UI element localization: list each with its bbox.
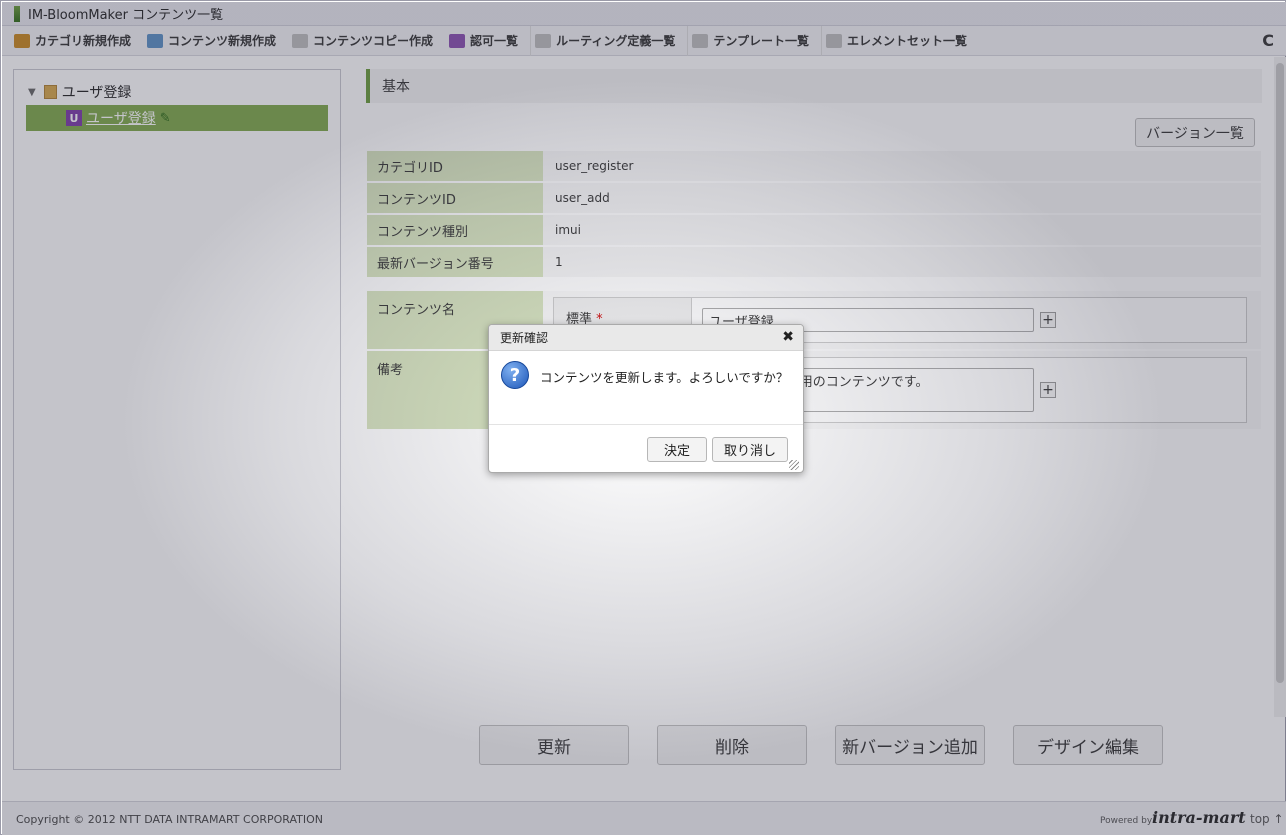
- add-memo-language-button[interactable]: +: [1040, 382, 1056, 398]
- table-row: コンテンツ種別 imui: [367, 215, 1261, 245]
- toolbar-category-add[interactable]: カテゴリ新規作成: [10, 26, 143, 56]
- tree-node-root[interactable]: ▼ ユーザ登録: [28, 82, 131, 102]
- info-table: カテゴリID user_register コンテンツID user_add コン…: [367, 151, 1261, 279]
- dialog-body: ? コンテンツを更新します。よろしいですか？: [489, 351, 803, 425]
- info-value: user_register: [543, 151, 1261, 181]
- table-row: 最新バージョン番号 1: [367, 247, 1261, 277]
- content-copy-icon: [292, 33, 309, 48]
- app-window: IM-BloomMaker コンテンツ一覧 カテゴリ新規作成 コンテンツ新規作成…: [0, 0, 1286, 835]
- action-buttons: 更新 削除 新バージョン追加 デザイン編集: [479, 725, 1163, 765]
- info-value: 1: [543, 247, 1261, 277]
- confirm-dialog: 更新確認 ✖ ? コンテンツを更新します。よろしいですか？ 決定 取り消し: [488, 324, 804, 473]
- toolbar-item-label: ルーティング定義一覧: [556, 34, 676, 48]
- list-icon: [826, 33, 842, 48]
- version-list-button[interactable]: バージョン一覧: [1135, 118, 1255, 147]
- vertical-scrollbar[interactable]: [1274, 57, 1286, 717]
- confirm-ok-button[interactable]: 決定: [647, 437, 707, 462]
- list-icon: [535, 33, 552, 48]
- dialog-message: コンテンツを更新します。よろしいですか？: [540, 370, 789, 385]
- info-value: imui: [543, 215, 1261, 245]
- toolbar-authorization[interactable]: 認可一覧: [445, 25, 532, 56]
- close-icon[interactable]: ✖: [782, 329, 794, 345]
- powered-by-text: Powered by: [1100, 816, 1153, 826]
- category-add-icon: [14, 33, 30, 48]
- tree-node-label: ユーザ登録: [61, 85, 132, 101]
- app-logo-icon: [14, 5, 20, 22]
- toolbar-template-list[interactable]: テンプレート一覧: [688, 25, 822, 56]
- section-heading: 基本: [366, 69, 1262, 103]
- add-language-button[interactable]: +: [1040, 312, 1056, 328]
- delete-button[interactable]: 削除: [657, 725, 807, 765]
- table-row: カテゴリID user_register: [367, 151, 1261, 181]
- dialog-footer: 決定 取り消し: [489, 425, 803, 472]
- toolbar-content-add[interactable]: コンテンツ新規作成: [143, 26, 288, 56]
- dialog-header: 更新確認 ✖: [489, 325, 803, 351]
- toolbar-item-label: 認可一覧: [470, 34, 519, 48]
- toolbar-item-label: エレメントセット一覧: [847, 34, 968, 48]
- info-key: カテゴリID: [367, 151, 543, 181]
- folder-icon: [43, 85, 57, 99]
- info-key: 最新バージョン番号: [367, 247, 543, 277]
- intra-mart-logo: intra-mart: [1152, 808, 1246, 827]
- scrollbar-thumb[interactable]: [1276, 63, 1284, 683]
- design-edit-button[interactable]: デザイン編集: [1013, 725, 1163, 765]
- toolbar-item-label: テンプレート一覧: [713, 34, 809, 48]
- copyright-text: Copyright © 2012 NTT DATA INTRAMART CORP…: [16, 813, 324, 826]
- window-title: IM-BloomMaker コンテンツ一覧: [28, 8, 224, 23]
- title-bar: IM-BloomMaker コンテンツ一覧: [2, 2, 1286, 26]
- dialog-title: 更新確認: [500, 331, 549, 345]
- toolbar-routing-list[interactable]: ルーティング定義一覧: [531, 25, 689, 56]
- toolbar-content-copy[interactable]: コンテンツコピー作成: [288, 26, 445, 56]
- category-tree: ▼ ユーザ登録 U ユーザ登録 ✎: [13, 69, 341, 770]
- list-icon: [692, 33, 709, 48]
- toolbar-elementset-list[interactable]: エレメントセット一覧: [822, 26, 979, 56]
- content-add-icon: [147, 33, 164, 48]
- tree-node-link[interactable]: ユーザ登録: [86, 108, 156, 128]
- info-value: user_add: [543, 183, 1261, 213]
- table-row: コンテンツID user_add: [367, 183, 1261, 213]
- authorization-icon: [449, 33, 466, 48]
- expand-triangle-icon[interactable]: ▼: [28, 87, 36, 98]
- toolbar: カテゴリ新規作成 コンテンツ新規作成 コンテンツコピー作成 認可一覧 ルーティン…: [2, 25, 1286, 56]
- question-icon: ?: [501, 361, 529, 389]
- info-key: コンテンツID: [367, 183, 543, 213]
- footer: Copyright © 2012 NTT DATA INTRAMART CORP…: [2, 801, 1286, 835]
- tree-node-selected[interactable]: U ユーザ登録 ✎: [26, 105, 328, 131]
- refresh-icon[interactable]: C: [1262, 31, 1274, 50]
- edit-pencil-icon: ✎: [159, 110, 171, 126]
- top-link[interactable]: top ↑: [1250, 812, 1284, 826]
- content-type-icon: U: [66, 110, 82, 126]
- update-button[interactable]: 更新: [479, 725, 629, 765]
- resize-grip-icon[interactable]: [789, 460, 799, 470]
- confirm-cancel-button[interactable]: 取り消し: [712, 437, 788, 462]
- info-key: コンテンツ種別: [367, 215, 543, 245]
- toolbar-item-label: カテゴリ新規作成: [35, 34, 132, 48]
- toolbar-item-label: コンテンツコピー作成: [313, 34, 434, 48]
- add-version-button[interactable]: 新バージョン追加: [835, 725, 985, 765]
- toolbar-item-label: コンテンツ新規作成: [168, 34, 277, 48]
